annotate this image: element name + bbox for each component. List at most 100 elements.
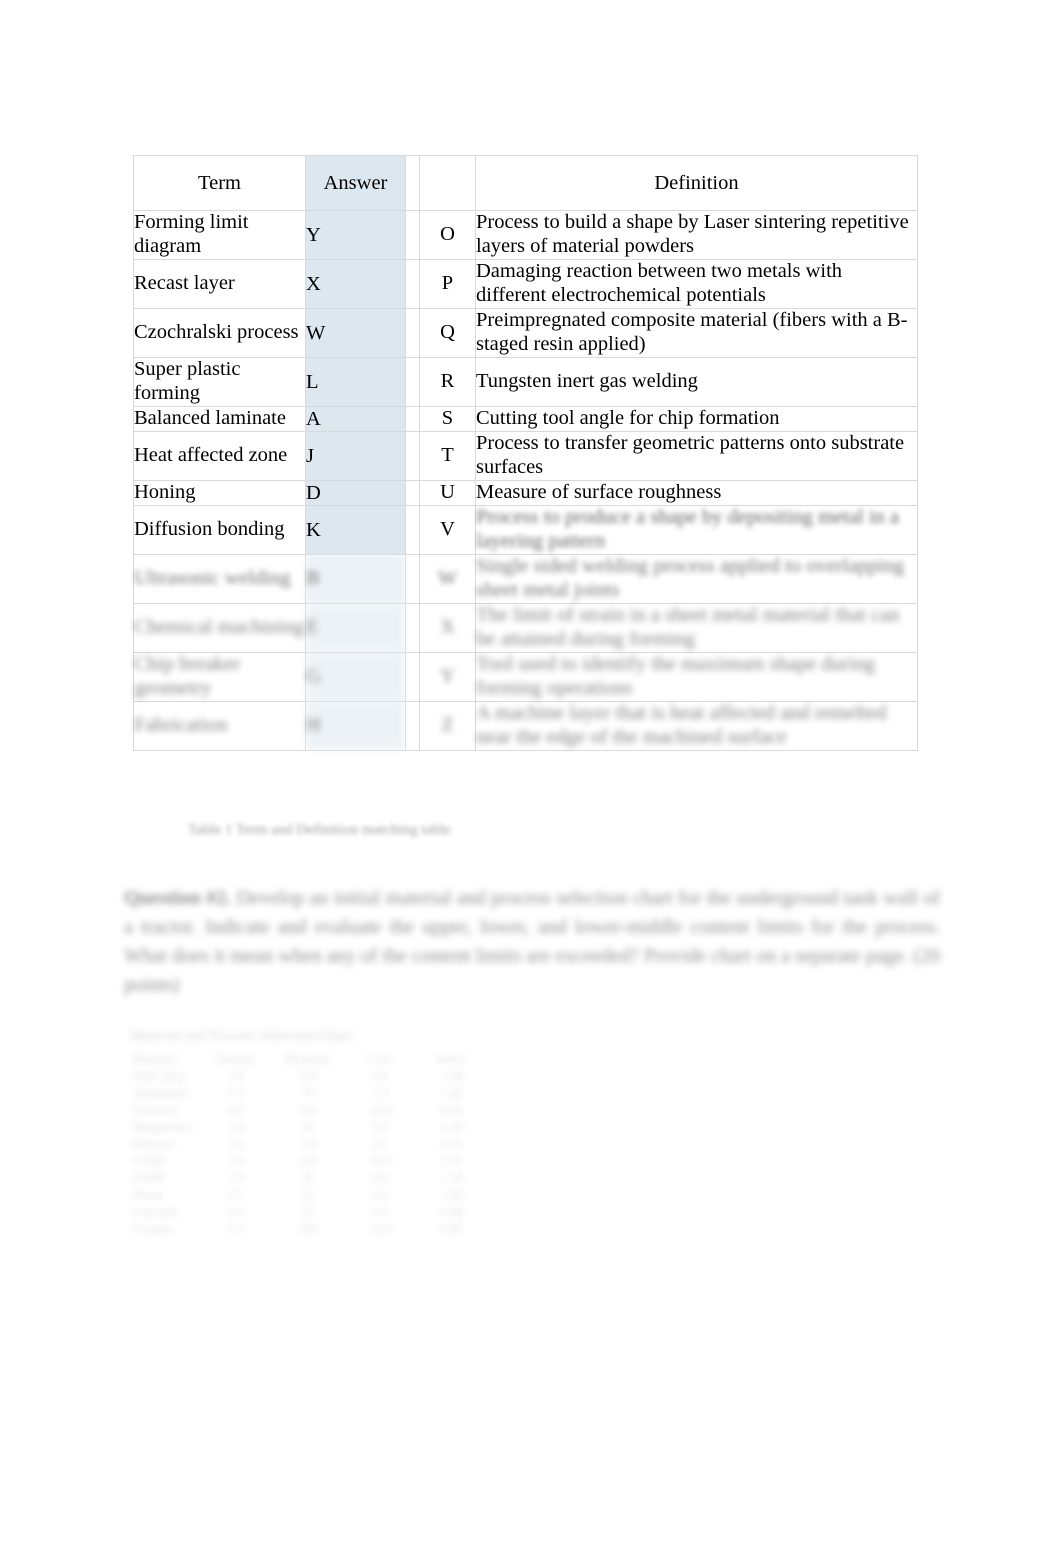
term-definition-matching-table: Term Answer Definition Forming limit dia… (133, 155, 918, 751)
spacer-cell (405, 553, 420, 604)
letter-cell: V (419, 504, 476, 555)
bottom-cell: 1.42 (441, 1086, 463, 1100)
bottom-cell: 45 (301, 1120, 315, 1134)
answer-cell[interactable]: A (305, 405, 406, 432)
bottom-cell: 3.1 (228, 1222, 244, 1236)
bottom-cell: Steel alloy (133, 1069, 187, 1083)
spacer-cell (405, 602, 420, 653)
bottom-cell: Aluminum (133, 1086, 188, 1100)
answer-cell[interactable]: D (305, 479, 406, 506)
bottom-cell: 1.00 (441, 1069, 463, 1083)
answer-cell[interactable]: K (305, 504, 406, 555)
bottom-cell: 210 (298, 1069, 318, 1083)
spacer-cell (405, 504, 420, 555)
term-cell: Fabrication (133, 700, 306, 751)
header-letter (419, 155, 476, 211)
bottom-cell: GFRP (133, 1171, 165, 1185)
spacer-cell (405, 700, 420, 751)
definition-cell: The limit of strain in a sheet metal mat… (475, 602, 918, 653)
term-cell: Chip breaker geometry (133, 651, 306, 702)
header-spacer (405, 155, 420, 211)
letter-cell: R (419, 356, 476, 407)
term-cell: Honing (133, 479, 306, 506)
bottom-table-row: Aluminum 2.7 70 1.9 1.42 (128, 1085, 488, 1102)
letter-cell: X (419, 602, 476, 653)
bottom-cell: Concrete (133, 1205, 179, 1219)
definition-cell: Preimpregnated composite material (fiber… (475, 307, 918, 358)
bottom-cell: Polymer (133, 1137, 176, 1151)
bottom-cell: 6.0 (372, 1171, 388, 1185)
table-row: Recast layer X P Damaging reaction betwe… (133, 258, 918, 309)
bottom-cell: 4.5 (228, 1103, 244, 1117)
letter-cell: U (419, 479, 476, 506)
table-row: Honing D U Measure of surface roughness (133, 479, 918, 506)
answer-cell[interactable]: B (305, 553, 406, 604)
table-row: Heat affected zone J T Process to transf… (133, 430, 918, 481)
bottom-table-row: Polymer 1.2 3.5 2.1 0.55 (128, 1136, 488, 1153)
spacer-cell (405, 651, 420, 702)
spacer-cell (405, 405, 420, 432)
bottom-cell: 35 (301, 1171, 315, 1185)
bottom-cell: 70 (301, 1086, 315, 1100)
bottom-table-title: Material and Process Selection Chart (130, 1028, 353, 1044)
table-caption: Table 1 Term and Definition matching tab… (188, 822, 451, 838)
table-row: Diffusion bonding K V Process to produce… (133, 504, 918, 555)
bottom-cell: 0.85 (441, 1222, 463, 1236)
table-row: Ultrasonic welding B W Single sided weld… (133, 553, 918, 604)
bottom-cell: 2.1 (372, 1137, 388, 1151)
definition-cell: Process to produce a shape by depositing… (475, 504, 918, 555)
bottom-cell: 1.9 (228, 1171, 244, 1185)
answer-cell[interactable]: G (305, 651, 406, 702)
bottom-cell: 3.5 (300, 1137, 316, 1151)
answer-cell[interactable]: J (305, 430, 406, 481)
bottom-cell: 25 (301, 1205, 315, 1219)
bottom-cell: 0.1 (372, 1205, 388, 1219)
bottom-table-row: Titanium 4.5 110 18.0 0.65 (128, 1102, 488, 1119)
bottom-table-row: Steel alloy 7.8 210 0.8 1.00 (128, 1068, 488, 1085)
answer-cell[interactable]: Y (305, 210, 406, 260)
bottom-cell: 1.8 (228, 1120, 244, 1134)
bottom-cell: 2.7 (228, 1086, 244, 1100)
bottom-cell: 110 (298, 1103, 318, 1117)
bottom-header-row: Material Density Modulus Cost Index (128, 1051, 488, 1068)
answer-cell[interactable]: E (305, 602, 406, 653)
spacer-cell (405, 307, 420, 358)
bottom-cell: Magnesium (133, 1120, 193, 1134)
term-cell: Forming limit diagram (133, 210, 306, 260)
answer-cell[interactable]: W (305, 307, 406, 358)
definition-cell: Measure of surface roughness (475, 479, 918, 506)
definition-cell: Process to build a shape by Laser sinter… (475, 210, 918, 260)
bottom-cell: Wood (133, 1188, 163, 1202)
term-cell: Czochralski process (133, 307, 306, 358)
answer-cell[interactable]: H (305, 700, 406, 751)
term-cell: Heat affected zone (133, 430, 306, 481)
question-paragraph: Question #2. Develop an initial material… (124, 884, 940, 1000)
bottom-cell: 1.6 (228, 1154, 244, 1168)
bottom-cell: 1.10 (441, 1171, 463, 1185)
definition-cell: Single sided welding process applied to … (475, 553, 918, 604)
bottom-cell: 0.5 (372, 1188, 388, 1202)
matching-table-container: Term Answer Definition Forming limit dia… (133, 155, 918, 751)
bottom-cell: 1.28 (441, 1120, 463, 1134)
term-cell: Chemical machining (133, 602, 306, 653)
bottom-data-table-container: Material and Process Selection Chart Mat… (128, 1028, 488, 1238)
letter-cell: T (419, 430, 476, 481)
table-row: Czochralski process W Q Preimpregnated c… (133, 307, 918, 358)
letter-cell: Z (419, 700, 476, 751)
bottom-cell: 2.4 (228, 1205, 244, 1219)
bottom-cell: 2.35 (441, 1154, 463, 1168)
spacer-cell (405, 430, 420, 481)
term-cell: Diffusion bonding (133, 504, 306, 555)
bottom-table-row: Wood 0.7 12 0.5 1.60 (128, 1187, 488, 1204)
answer-cell[interactable]: L (305, 356, 406, 407)
table-row: Balanced laminate A S Cutting tool angle… (133, 405, 918, 432)
bottom-table-row: Concrete 2.4 25 0.1 0.40 (128, 1204, 488, 1221)
bottom-cell: 120 (298, 1154, 318, 1168)
bottom-column-header: Index (437, 1052, 467, 1066)
answer-cell[interactable]: X (305, 258, 406, 309)
bottom-cell: 0.40 (441, 1205, 463, 1219)
letter-cell: Y (419, 651, 476, 702)
letter-cell: O (419, 210, 476, 260)
bottom-cell: 12.0 (369, 1222, 391, 1236)
letter-cell: Q (419, 307, 476, 358)
